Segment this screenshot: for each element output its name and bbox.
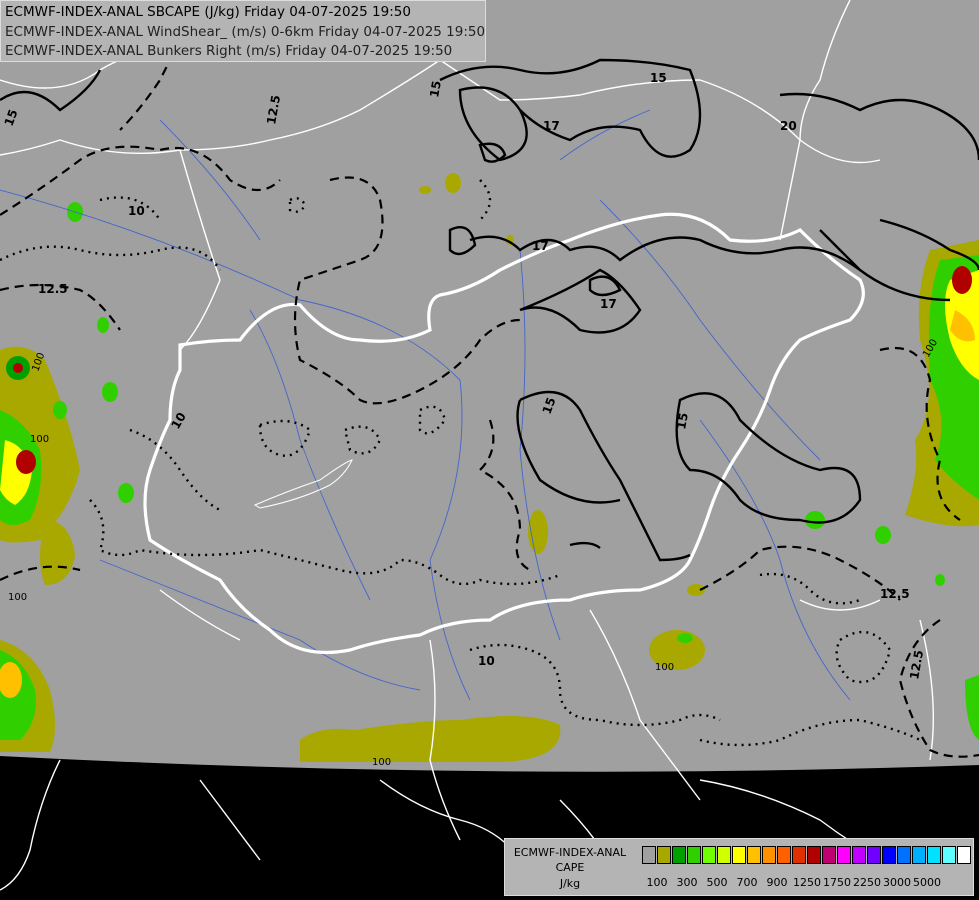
legend-swatch	[942, 846, 956, 864]
legend-swatch	[837, 846, 851, 864]
legend-swatch	[912, 846, 926, 864]
legend-title-line: ECMWF-INDEX-ANAL	[513, 846, 627, 859]
shear-label: 15	[427, 80, 444, 99]
legend-swatch	[867, 846, 881, 864]
weather-map: 15 12.5 15 17 15 20 17 17 12.5 10 15 15 …	[0, 0, 979, 900]
legend-panel: ECMWF-INDEX-ANAL CAPE J/kg 100 300 500 700 9…	[504, 838, 974, 896]
legend-tick-label: 900	[766, 876, 788, 889]
legend-tick-label: 100	[646, 876, 668, 889]
cape-label: 100	[655, 662, 674, 673]
legend-tick-label: 5000	[913, 876, 941, 889]
legend-swatch	[687, 846, 701, 864]
legend-swatch	[672, 846, 686, 864]
legend-swatch	[777, 846, 791, 864]
shear-label: 10	[128, 204, 145, 218]
header-panel: ECMWF-INDEX-ANAL SBCAPE (J/kg) Friday 04…	[0, 0, 486, 62]
shear-label: 17	[532, 239, 549, 253]
legend-swatch	[882, 846, 896, 864]
legend-tick-label: 3000	[883, 876, 911, 889]
header-line-windshear: ECMWF-INDEX-ANAL WindShear_ (m/s) 0-6km …	[5, 24, 486, 40]
header-line-bunkers: ECMWF-INDEX-ANAL Bunkers Right (m/s) Fri…	[5, 43, 453, 59]
legend-title-line: CAPE	[555, 861, 585, 874]
shear-label: 12.5	[38, 282, 68, 296]
legend-swatch	[957, 846, 971, 864]
legend-swatch	[792, 846, 806, 864]
shear-label: 20	[780, 119, 797, 133]
legend-swatch	[747, 846, 761, 864]
legend-swatch	[807, 846, 821, 864]
cape-label: 100	[8, 592, 27, 603]
shear-label: 15	[674, 412, 691, 431]
header-line-sbcape: ECMWF-INDEX-ANAL SBCAPE (J/kg) Friday 04…	[5, 4, 411, 20]
legend-swatch	[852, 846, 866, 864]
cape-label: 100	[372, 757, 391, 768]
shear-label: 10	[478, 654, 495, 668]
shear-label: 15	[650, 71, 667, 85]
legend-tick-label: 2250	[853, 876, 881, 889]
legend-swatch	[822, 846, 836, 864]
legend-tick-label: 300	[676, 876, 698, 889]
legend-swatch	[927, 846, 941, 864]
legend-tick-label: 500	[706, 876, 728, 889]
legend-swatch	[717, 846, 731, 864]
shear-label: 17	[600, 297, 617, 311]
legend-swatch	[702, 846, 716, 864]
legend-swatch	[657, 846, 671, 864]
legend-title-line: J/kg	[559, 877, 581, 890]
legend-swatch	[897, 846, 911, 864]
shear-label: 12.5	[880, 587, 910, 601]
legend-tick-label: 1250	[793, 876, 821, 889]
legend-tick-label: 700	[736, 876, 758, 889]
legend-tick-label: 1750	[823, 876, 851, 889]
cape-label: 100	[30, 434, 49, 445]
shear-label: 17	[543, 119, 560, 133]
legend-swatch	[642, 846, 656, 864]
legend-swatch	[732, 846, 746, 864]
legend-swatch	[762, 846, 776, 864]
